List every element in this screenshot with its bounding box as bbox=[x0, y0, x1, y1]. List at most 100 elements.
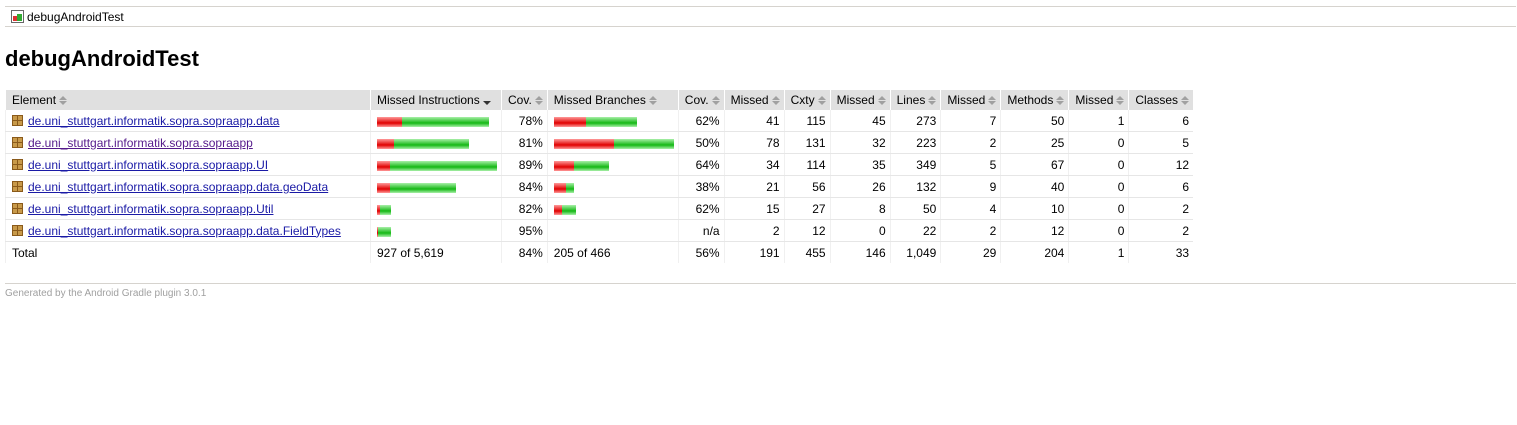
methods: 50 bbox=[1000, 110, 1069, 132]
lines: 132 bbox=[889, 175, 941, 198]
element-cell: de.uni_stuttgart.informatik.sopra.sopraa… bbox=[5, 110, 371, 132]
total-instructions-cov: 84% bbox=[501, 241, 548, 263]
breadcrumb: debugAndroidTest bbox=[5, 6, 1516, 27]
col-instructions-cov[interactable]: Cov. bbox=[501, 90, 548, 110]
missed-classes: 0 bbox=[1068, 131, 1129, 154]
package-icon bbox=[12, 114, 23, 126]
branches-cov: n/a bbox=[677, 219, 725, 242]
missed-instructions-bar bbox=[370, 153, 502, 176]
missed-branches-bar bbox=[546, 110, 679, 132]
missed-bar bbox=[377, 161, 390, 172]
col-missed-instructions[interactable]: Missed Instructions bbox=[370, 90, 502, 110]
package-link[interactable]: de.uni_stuttgart.informatik.sopra.sopraa… bbox=[28, 136, 253, 150]
classes: 6 bbox=[1128, 175, 1194, 198]
col-missed-cxty[interactable]: Missed bbox=[723, 90, 785, 110]
col-classes[interactable]: Classes bbox=[1128, 90, 1194, 110]
missed-cxty: 34 bbox=[723, 153, 785, 176]
missed-instructions-bar bbox=[370, 197, 502, 220]
total-missed-methods: 29 bbox=[940, 241, 1001, 263]
missed-lines: 0 bbox=[829, 219, 891, 242]
table-row: de.uni_stuttgart.informatik.sopra.sopraa… bbox=[5, 175, 1194, 198]
methods: 25 bbox=[1000, 131, 1069, 154]
lines: 223 bbox=[889, 131, 941, 154]
missed-methods: 4 bbox=[940, 197, 1001, 220]
coverage-bar bbox=[553, 204, 576, 216]
col-branches-cov[interactable]: Cov. bbox=[677, 90, 725, 110]
missed-classes: 1 bbox=[1068, 110, 1129, 132]
missed-classes: 0 bbox=[1068, 197, 1129, 220]
coverage-bar bbox=[377, 116, 489, 128]
sort-icon bbox=[534, 96, 543, 106]
col-missed-branches[interactable]: Missed Branches bbox=[546, 90, 679, 110]
total-lines: 1,049 bbox=[889, 241, 941, 263]
instructions-cov: 81% bbox=[501, 131, 548, 154]
coverage-bar bbox=[553, 182, 574, 194]
col-element[interactable]: Element bbox=[5, 90, 371, 110]
table-row: de.uni_stuttgart.informatik.sopra.sopraa… bbox=[5, 110, 1194, 132]
cxty: 12 bbox=[783, 219, 831, 242]
element-cell: de.uni_stuttgart.informatik.sopra.sopraa… bbox=[5, 131, 371, 154]
missed-bar bbox=[553, 139, 614, 150]
element-cell: de.uni_stuttgart.informatik.sopra.sopraa… bbox=[5, 153, 371, 176]
element-cell: de.uni_stuttgart.informatik.sopra.sopraa… bbox=[5, 219, 371, 242]
sort-icon bbox=[877, 96, 886, 106]
sort-icon bbox=[1181, 96, 1190, 106]
missed-cxty: 21 bbox=[723, 175, 785, 198]
package-link[interactable]: de.uni_stuttgart.informatik.sopra.sopraa… bbox=[28, 224, 341, 238]
covered-bar bbox=[378, 227, 391, 238]
package-link[interactable]: de.uni_stuttgart.informatik.sopra.sopraa… bbox=[28, 180, 328, 194]
missed-instructions-bar bbox=[370, 131, 502, 154]
missed-methods: 9 bbox=[940, 175, 1001, 198]
missed-branches-bar bbox=[546, 219, 679, 242]
missed-branches-bar bbox=[546, 153, 679, 176]
table-row: de.uni_stuttgart.informatik.sopra.sopraa… bbox=[5, 153, 1194, 176]
branches-cov: 62% bbox=[677, 110, 725, 132]
covered-bar bbox=[585, 117, 637, 128]
package-icon bbox=[12, 158, 23, 170]
covered-bar bbox=[402, 117, 489, 128]
table-row: de.uni_stuttgart.informatik.sopra.sopraa… bbox=[5, 219, 1194, 242]
cxty: 27 bbox=[783, 197, 831, 220]
branches-cov: 50% bbox=[677, 131, 725, 154]
lines: 349 bbox=[889, 153, 941, 176]
package-link[interactable]: de.uni_stuttgart.informatik.sopra.sopraa… bbox=[28, 158, 268, 172]
missed-instructions-bar bbox=[370, 175, 502, 198]
breadcrumb-label: debugAndroidTest bbox=[27, 10, 124, 24]
col-missed-classes[interactable]: Missed bbox=[1068, 90, 1129, 110]
package-link[interactable]: de.uni_stuttgart.informatik.sopra.sopraa… bbox=[28, 114, 279, 128]
col-methods[interactable]: Methods bbox=[1000, 90, 1069, 110]
col-lines[interactable]: Lines bbox=[889, 90, 941, 110]
missed-lines: 32 bbox=[829, 131, 891, 154]
covered-bar bbox=[380, 205, 391, 216]
total-classes: 33 bbox=[1128, 241, 1194, 263]
element-cell: de.uni_stuttgart.informatik.sopra.sopraa… bbox=[5, 197, 371, 220]
instructions-cov: 84% bbox=[501, 175, 548, 198]
missed-instructions-bar bbox=[370, 219, 502, 242]
sort-icon bbox=[648, 96, 657, 106]
package-icon bbox=[12, 136, 23, 148]
instructions-cov: 89% bbox=[501, 153, 548, 176]
col-cxty[interactable]: Cxty bbox=[783, 90, 831, 110]
coverage-bar bbox=[553, 160, 609, 172]
total-missed-instructions: 927 of 5,619 bbox=[370, 241, 502, 263]
cxty: 114 bbox=[783, 153, 831, 176]
missed-branches-bar bbox=[546, 131, 679, 154]
col-missed-methods[interactable]: Missed bbox=[940, 90, 1001, 110]
total-missed-classes: 1 bbox=[1068, 241, 1129, 263]
coverage-bar bbox=[553, 116, 637, 128]
missed-lines: 35 bbox=[829, 153, 891, 176]
package-link[interactable]: de.uni_stuttgart.informatik.sopra.sopraa… bbox=[28, 202, 273, 216]
lines: 273 bbox=[889, 110, 941, 132]
missed-methods: 7 bbox=[940, 110, 1001, 132]
missed-cxty: 15 bbox=[723, 197, 785, 220]
page-title: debugAndroidTest bbox=[5, 46, 199, 71]
classes: 12 bbox=[1128, 153, 1194, 176]
coverage-bar bbox=[377, 226, 391, 238]
sort-icon bbox=[771, 96, 780, 106]
cxty: 56 bbox=[783, 175, 831, 198]
report-icon bbox=[11, 10, 24, 23]
col-missed-lines[interactable]: Missed bbox=[829, 90, 891, 110]
footer-text: Generated by the Android Gradle plugin 3… bbox=[5, 288, 207, 299]
classes: 6 bbox=[1128, 110, 1194, 132]
covered-bar bbox=[613, 139, 674, 150]
